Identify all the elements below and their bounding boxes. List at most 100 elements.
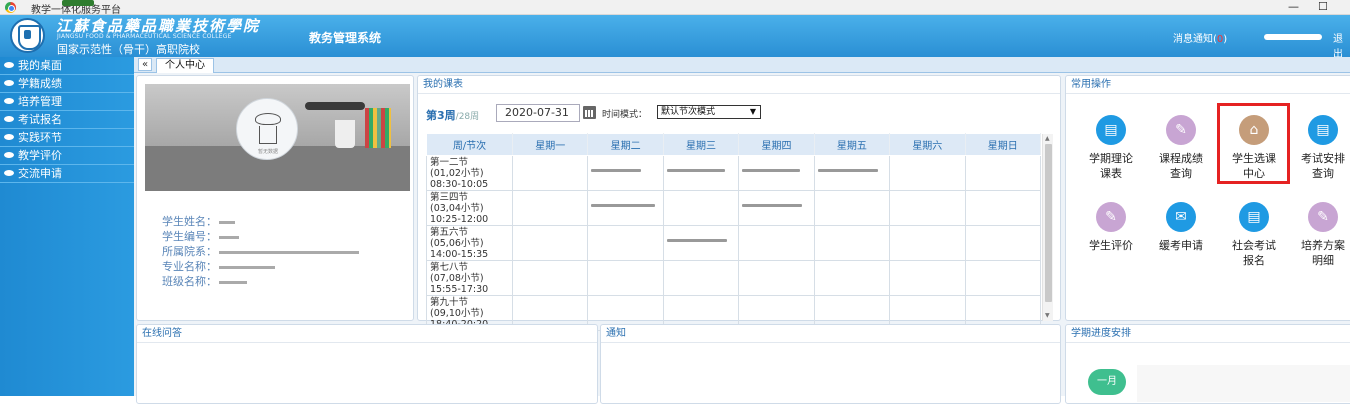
schedule-panel: 我的课表 第3周/28周 2020-07-31 时间模式： 默认节次模式 ▼ 周/… [417,75,1061,331]
scroll-up-icon[interactable]: ▲ [1045,135,1050,142]
op-label: 查询 [1170,167,1192,180]
schedule-cell [813,225,891,261]
time-mode-select[interactable]: 默认节次模式 ▼ [657,105,761,119]
sidebar-item-status-grades[interactable]: 学籍成绩 [0,75,134,93]
op-grade-query[interactable]: ✎ 课程成绩查询 [1146,115,1216,181]
logout-link[interactable]: 退出 [1333,30,1350,60]
schedule-cell [889,260,966,296]
op-label: 课表 [1100,167,1122,180]
op-social-exam[interactable]: ▤ 社会考试 报名 [1219,202,1289,268]
profile-banner-image: 暂无数据 [145,84,410,191]
major-row: 专业名称： [162,258,275,274]
pen-icon: ✎ [1166,115,1196,145]
total-weeks: /28周 [455,112,480,122]
op-exam-schedule[interactable]: ▤ 考试安排 查询 [1288,115,1350,181]
sidebar-item-label: 实践环节 [18,131,62,144]
collapse-sidebar-button[interactable]: « [138,58,152,71]
schedule-cell [511,260,589,296]
op-deferred-exam[interactable]: ✉ 缓考申请 [1146,202,1216,253]
schedule-cell[interactable] [662,155,740,191]
tab-bar: « 个人中心 [134,57,1350,73]
maximize-button[interactable]: ☐ [1318,0,1328,13]
sidebar-item-exam-signup[interactable]: 考试报名 [0,111,134,129]
time-mode-label: 时间模式： [602,110,648,120]
monitor-icon: ▤ [1239,202,1269,232]
student-id-row: 学生编号： [162,228,239,244]
table-row: 第七八节 (07,08小节) 15:55-17:30 [426,260,1042,296]
student-name-row: 学生姓名： [162,213,235,229]
avatar-placeholder: 暂无数据 [257,149,278,155]
period-name: 第九十节 [430,297,469,308]
op-label: 课程成绩 [1159,152,1203,165]
eye-icon [4,170,14,176]
schedule-cell[interactable] [738,190,815,226]
date-input[interactable]: 2020-07-31 [496,104,580,122]
monitor-icon: ▤ [1308,115,1338,145]
time-mode-value: 默认节次模式 [661,107,716,117]
avatar: 暂无数据 [236,98,298,160]
schedule-header-cell: 星期六 [889,133,966,156]
schedule-cell[interactable] [587,155,664,191]
schedule-cell[interactable] [662,225,740,261]
school-name-en: JIANGSU FOOD & PHARMACEUTICAL SCIENCE CO… [57,33,232,40]
department-label: 所属院系： [162,245,217,258]
op-label: 缓考申请 [1159,239,1203,252]
op-training-plan[interactable]: ✎ 培养方案 明细 [1288,202,1350,268]
op-student-evaluation[interactable]: ✎ 学生评价 [1076,202,1146,253]
sidebar-item-exchange[interactable]: 交流申请 [0,165,134,183]
table-row: 第三四节 (03,04小节) 10:25-12:00 [426,190,1042,226]
class-value-redacted [219,280,247,284]
schedule-cell [889,155,966,191]
tab-personal-center[interactable]: 个人中心 [156,58,214,73]
sidebar-item-label: 我的桌面 [18,59,62,72]
sidebar-item-label: 培养管理 [18,95,62,108]
ufo-icon [255,113,281,125]
schedule-cell [964,190,1042,226]
main-content: 暂无数据 学生姓名： 学生编号： 所属院系： 专业名称： 班级名称： 我的课表 … [134,73,1350,404]
schedule-table: 周/节次 星期一 星期二 星期三 星期四 星期五 星期六 星期日 第一二节 (01… [426,133,1042,331]
schedule-cell [511,190,589,226]
sidebar-item-desktop[interactable]: 我的桌面 [0,57,134,75]
period-name: 第一二节 [430,157,469,168]
schedule-cell [662,190,740,226]
sidebar-item-evaluation[interactable]: 教学评价 [0,147,134,165]
schedule-header-row: 周/节次 星期一 星期二 星期三 星期四 星期五 星期六 星期日 [426,133,1042,156]
current-week: 第3周 [426,109,456,122]
schedule-header-cell: 星期日 [964,133,1042,156]
major-label: 专业名称： [162,260,217,273]
schedule-cell[interactable] [813,155,891,191]
message-close-paren: ) [1223,34,1228,45]
sidebar-item-training[interactable]: 培养管理 [0,93,134,111]
op-label: 报名 [1243,254,1265,267]
qa-title: 在线问答 [137,325,597,343]
department-value-redacted [219,250,359,254]
app-header: 江蘇食品藥品職業技術學院 JIANGSU FOOD & PHARMACEUTIC… [0,15,1350,60]
op-term-timetable[interactable]: ▤ 学期理论 课表 [1076,115,1146,181]
message-notification[interactable]: 消息通知(0) [1173,30,1227,45]
eye-icon [4,62,14,68]
schedule-header-cell: 周/节次 [426,133,513,156]
schedule-scrollbar[interactable]: ▲ ▼ [1042,134,1053,321]
schedule-cell [964,155,1042,191]
qa-panel: 在线问答 [136,324,598,404]
schedule-cell[interactable] [587,190,664,226]
period-time: 14:00-15:35 [430,249,489,260]
major-value-redacted [219,265,275,269]
scrollbar-thumb[interactable] [1045,144,1052,302]
chevron-down-icon: ▼ [749,107,756,116]
system-title: 教务管理系统 [309,31,382,45]
scroll-down-icon[interactable]: ▼ [1045,312,1050,319]
title-badge [62,0,94,6]
progress-panel: 学期进度安排 一月 [1065,324,1350,404]
class-label: 班级名称： [162,275,217,288]
minimize-button[interactable]: — [1288,0,1299,13]
calendar-icon[interactable] [583,106,596,119]
schedule-cell [511,225,589,261]
schedule-cell [587,260,664,296]
period-name: 第三四节 [430,192,469,203]
month-badge: 一月 [1088,369,1126,395]
sidebar-item-practice[interactable]: 实践环节 [0,129,134,147]
schedule-cell[interactable] [738,155,815,191]
op-label: 明细 [1312,254,1334,267]
pen-icon: ✎ [1308,202,1338,232]
